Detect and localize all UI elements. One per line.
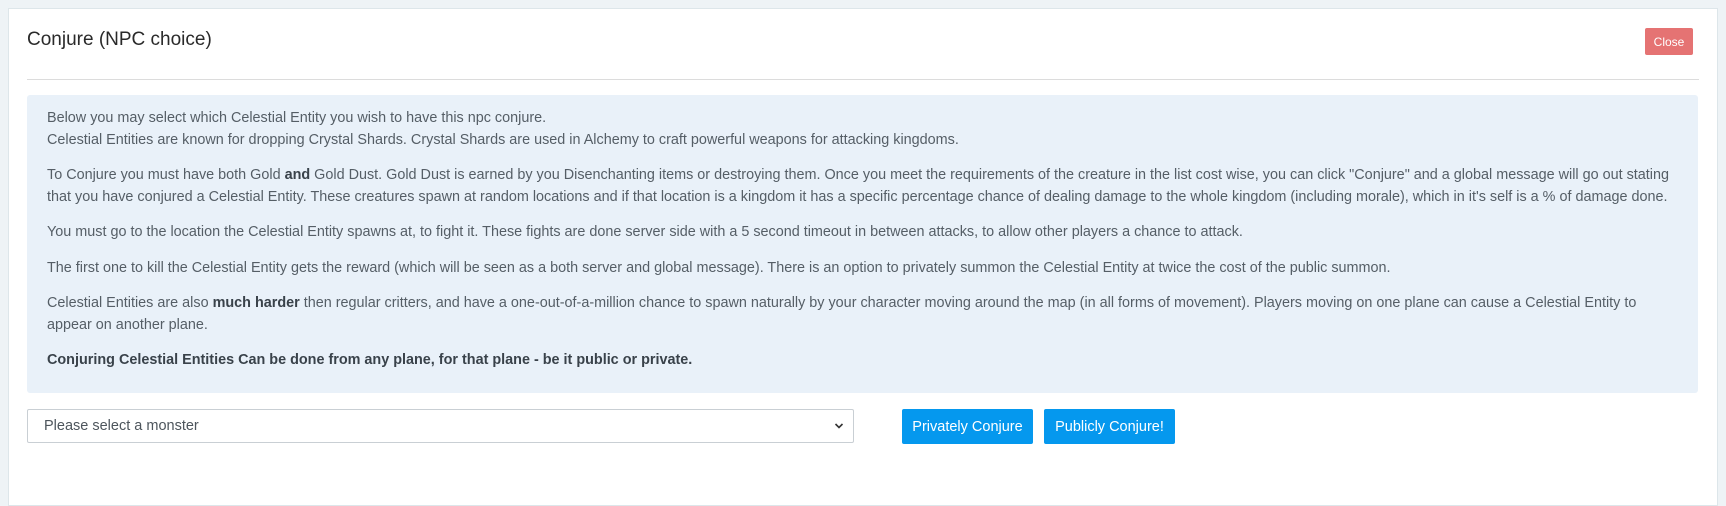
info-text: The first one to kill the Celestial Enti… — [47, 259, 1391, 276]
chevron-down-icon — [834, 423, 844, 429]
info-bold-text: Conjuring Celestial Entities Can be done… — [47, 352, 693, 368]
info-paragraph-intro: Below you may select which Celestial Ent… — [47, 108, 1678, 151]
monster-select[interactable]: Please select a monster — [27, 409, 854, 443]
conjure-dialog: Conjure (NPC choice) Close Below you may… — [8, 8, 1718, 506]
info-panel: Below you may select which Celestial Ent… — [27, 95, 1698, 393]
info-bold-text: much harder — [212, 295, 300, 311]
publicly-conjure-button[interactable]: Publicly Conjure! — [1044, 409, 1175, 444]
conjure-controls: Please select a monster Privately Conjur… — [27, 409, 1699, 444]
info-text: Celestial Entities are also — [47, 295, 213, 311]
info-paragraph-location: You must go to the location the Celestia… — [47, 222, 1678, 244]
info-text: To Conjure you must have both Gold — [47, 167, 285, 183]
monster-select-value: Please select a monster — [44, 418, 199, 434]
info-text: Below you may select which Celestial Ent… — [47, 110, 547, 126]
privately-conjure-button[interactable]: Privately Conjure — [902, 409, 1033, 444]
info-bold-text: and — [284, 167, 311, 183]
dialog-header: Conjure (NPC choice) Close — [27, 9, 1699, 80]
dialog-title: Conjure (NPC choice) — [27, 29, 212, 50]
info-paragraph-reward: The first one to kill the Celestial Enti… — [47, 258, 1678, 280]
info-paragraph-requirements: To Conjure you must have both Gold and G… — [47, 165, 1678, 208]
close-button[interactable]: Close — [1645, 28, 1693, 55]
info-paragraph-planes: Conjuring Celestial Entities Can be done… — [47, 350, 1678, 372]
info-text: You must go to the location the Celestia… — [47, 224, 1243, 240]
info-text: Celestial Entities are known for droppin… — [47, 131, 959, 148]
info-paragraph-difficulty: Celestial Entities are also much harder … — [47, 293, 1678, 336]
